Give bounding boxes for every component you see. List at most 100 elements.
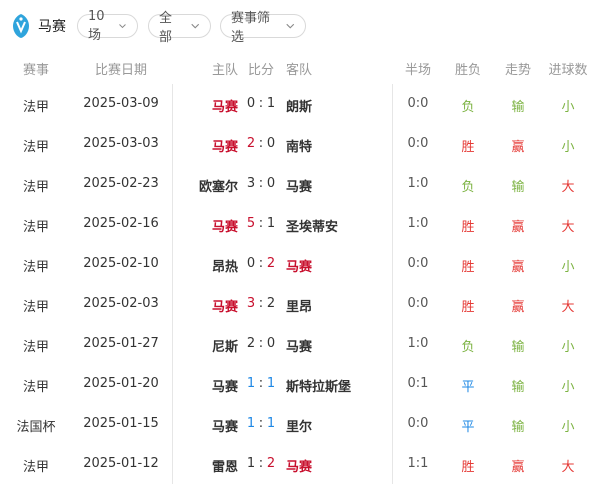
cell-home-team[interactable]: 马赛 bbox=[176, 376, 238, 395]
chevron-down-icon bbox=[285, 23, 294, 29]
cell-home-team[interactable]: 马赛 bbox=[176, 96, 238, 115]
cell-away-team[interactable]: 圣埃蒂安 bbox=[286, 216, 381, 235]
away-goals: 1 bbox=[266, 96, 276, 111]
home-goals: 1 bbox=[246, 456, 256, 471]
cell-result: 胜 bbox=[461, 260, 475, 275]
header-score: 比分 bbox=[247, 63, 274, 78]
away-goals: 0 bbox=[266, 136, 276, 151]
cell-goals: 小 bbox=[561, 100, 575, 115]
cell-result: 平 bbox=[461, 420, 475, 435]
cell-away-team[interactable]: 朗斯 bbox=[286, 96, 381, 115]
score-separator: : bbox=[258, 96, 264, 111]
cell-goals: 小 bbox=[561, 420, 575, 435]
cell-goals: 大 bbox=[561, 220, 575, 235]
cell-trend: 输 bbox=[511, 340, 525, 355]
event-filter-dropdown[interactable]: 赛事筛选 bbox=[220, 11, 306, 45]
cell-trend: 赢 bbox=[511, 460, 525, 475]
home-goals: 1 bbox=[246, 416, 256, 431]
table-row[interactable]: 法甲 2025-01-12 雷恩 1:2 马赛 1:1 胜 赢 大 bbox=[0, 444, 600, 484]
cell-away-team[interactable]: 马赛 bbox=[286, 336, 381, 355]
table-row[interactable]: 法甲 2025-02-16 马赛 5:1 圣埃蒂安 1:0 胜 赢 大 bbox=[0, 204, 600, 244]
cell-home-team[interactable]: 马赛 bbox=[176, 416, 238, 435]
table-row[interactable]: 法甲 2025-02-23 欧塞尔 3:0 马赛 1:0 负 输 大 bbox=[0, 164, 600, 204]
table-row[interactable]: 法甲 2025-02-03 马赛 3:2 里昂 0:0 胜 赢 大 bbox=[0, 284, 600, 324]
score-separator: : bbox=[258, 176, 264, 191]
match-count-label: 10场 bbox=[88, 9, 105, 43]
cell-league: 法甲 bbox=[22, 260, 49, 275]
cell-half: 1:0 bbox=[407, 336, 429, 351]
cell-score: 2:0 bbox=[240, 336, 282, 351]
cell-goals: 小 bbox=[561, 140, 575, 155]
cell-result: 负 bbox=[461, 100, 475, 115]
header-trend: 走势 bbox=[504, 63, 531, 78]
chevron-down-icon bbox=[119, 24, 126, 29]
score-separator: : bbox=[258, 296, 264, 311]
cell-half: 0:0 bbox=[407, 136, 429, 151]
cell-league: 法甲 bbox=[22, 140, 49, 155]
cell-score: 2:0 bbox=[240, 136, 282, 151]
cell-trend: 赢 bbox=[511, 140, 525, 155]
cell-date: 2025-03-09 bbox=[83, 96, 159, 111]
match-count-dropdown[interactable]: 10场 bbox=[77, 9, 138, 43]
cell-league: 法甲 bbox=[22, 300, 49, 315]
cell-goals: 小 bbox=[561, 340, 575, 355]
away-goals: 2 bbox=[266, 296, 276, 311]
table-row[interactable]: 法甲 2025-01-27 尼斯 2:0 马赛 1:0 负 输 小 bbox=[0, 324, 600, 364]
cell-away-team[interactable]: 马赛 bbox=[286, 456, 381, 475]
away-goals: 0 bbox=[266, 176, 276, 191]
header-result: 胜负 bbox=[454, 63, 481, 78]
chevron-down-icon bbox=[190, 23, 199, 29]
cell-home-team[interactable]: 尼斯 bbox=[176, 336, 238, 355]
cell-half: 1:1 bbox=[407, 456, 429, 471]
header-date: 比赛日期 bbox=[94, 63, 147, 78]
cell-date: 2025-02-23 bbox=[83, 176, 159, 191]
cell-away-team[interactable]: 马赛 bbox=[286, 256, 381, 275]
scope-dropdown[interactable]: 全部 bbox=[148, 11, 211, 45]
cell-league: 法甲 bbox=[22, 220, 49, 235]
cell-score: 0:2 bbox=[240, 256, 282, 271]
cell-away-team[interactable]: 里昂 bbox=[286, 296, 381, 315]
cell-score: 0:1 bbox=[240, 96, 282, 111]
cell-half: 1:0 bbox=[407, 176, 429, 191]
cell-date: 2025-01-20 bbox=[83, 376, 159, 391]
home-goals: 5 bbox=[246, 216, 256, 231]
home-goals: 2 bbox=[246, 136, 256, 151]
cell-away-team[interactable]: 里尔 bbox=[286, 416, 381, 435]
cell-league: 法甲 bbox=[22, 460, 49, 475]
cell-home-team[interactable]: 昂热 bbox=[176, 256, 238, 275]
cell-home-team[interactable]: 马赛 bbox=[176, 296, 238, 315]
table-header: 赛事 比赛日期 主队 比分 客队 半场 胜负 走势 进球数 bbox=[0, 50, 600, 84]
cell-half: 0:0 bbox=[407, 256, 429, 271]
cell-home-team[interactable]: 马赛 bbox=[176, 216, 238, 235]
cell-home-team[interactable]: 雷恩 bbox=[176, 456, 238, 475]
cell-goals: 大 bbox=[561, 300, 575, 315]
event-filter-label: 赛事筛选 bbox=[231, 11, 271, 45]
cell-goals: 小 bbox=[561, 260, 575, 275]
cell-result: 负 bbox=[461, 340, 475, 355]
cell-away-team[interactable]: 马赛 bbox=[286, 176, 381, 195]
home-goals: 2 bbox=[246, 336, 256, 351]
cell-home-team[interactable]: 马赛 bbox=[176, 136, 238, 155]
table-row[interactable]: 法甲 2025-01-20 马赛 1:1 斯特拉斯堡 0:1 平 输 小 bbox=[0, 364, 600, 404]
away-goals: 0 bbox=[266, 336, 276, 351]
cell-away-team[interactable]: 南特 bbox=[286, 136, 381, 155]
cell-home-team[interactable]: 欧塞尔 bbox=[176, 176, 238, 195]
cell-goals: 大 bbox=[561, 460, 575, 475]
cell-result: 胜 bbox=[461, 460, 475, 475]
away-goals: 1 bbox=[266, 216, 276, 231]
table-row[interactable]: 法甲 2025-03-09 马赛 0:1 朗斯 0:0 负 输 小 bbox=[0, 84, 600, 124]
cell-date: 2025-02-03 bbox=[83, 296, 159, 311]
cell-score: 5:1 bbox=[240, 216, 282, 231]
top-bar: 马赛 10场 全部 赛事筛选 bbox=[0, 0, 600, 50]
table-row[interactable]: 法甲 2025-03-03 马赛 2:0 南特 0:0 胜 赢 小 bbox=[0, 124, 600, 164]
cell-trend: 赢 bbox=[511, 300, 525, 315]
header-half: 半场 bbox=[404, 63, 431, 78]
cell-league: 法国杯 bbox=[16, 420, 56, 435]
score-separator: : bbox=[258, 216, 264, 231]
cell-trend: 赢 bbox=[511, 220, 525, 235]
table-row[interactable]: 法国杯 2025-01-15 马赛 1:1 里尔 0:0 平 输 小 bbox=[0, 404, 600, 444]
home-goals: 0 bbox=[246, 96, 256, 111]
cell-away-team[interactable]: 斯特拉斯堡 bbox=[286, 376, 381, 395]
cell-score: 3:2 bbox=[240, 296, 282, 311]
table-row[interactable]: 法甲 2025-02-10 昂热 0:2 马赛 0:0 胜 赢 小 bbox=[0, 244, 600, 284]
